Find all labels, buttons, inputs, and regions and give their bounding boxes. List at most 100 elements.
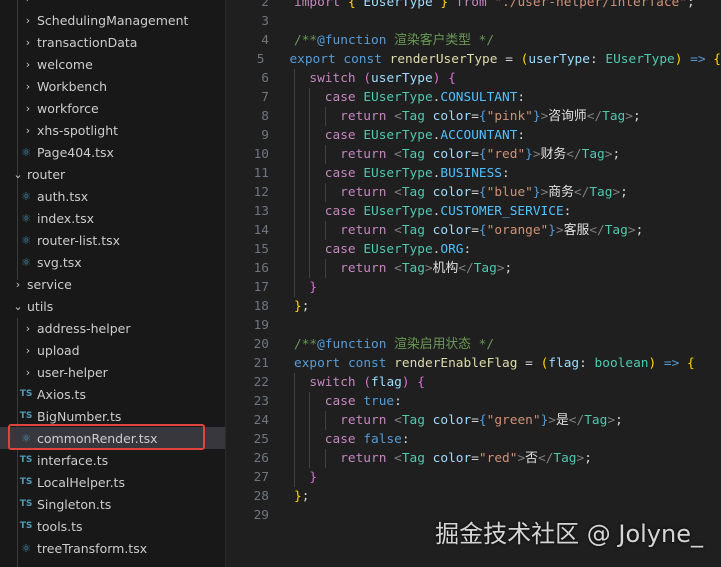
tree-item[interactable]: ⌄ utils <box>0 295 225 317</box>
code-token: return <box>340 413 395 428</box>
line-number: 25 <box>253 432 269 447</box>
code-line: 27} <box>226 468 721 487</box>
tree-item[interactable]: › transactionData <box>0 31 225 53</box>
chevron-right-icon: › <box>25 79 31 93</box>
tree-item[interactable]: › user-helper <box>0 361 225 383</box>
code-token: false <box>363 432 402 447</box>
indent-guide <box>324 221 340 240</box>
tree-item[interactable]: ⚛ treeTransform.tsx <box>0 537 225 559</box>
code-token: return <box>340 223 395 238</box>
indent-guide <box>324 259 340 278</box>
indent-guide <box>309 183 324 202</box>
typescript-file-icon: TS <box>19 521 33 531</box>
indent-guide <box>309 202 324 221</box>
code-token: ; <box>504 261 513 276</box>
code-token: : <box>401 432 410 447</box>
code-token: } <box>548 223 556 238</box>
code-line: 11 case EUserType.BUSINESS: <box>226 164 721 183</box>
code-token: } <box>525 147 533 162</box>
line-number: 28 <box>253 489 269 504</box>
tree-item[interactable]: ⚛ svg.tsx <box>0 251 225 273</box>
code-token: = <box>471 451 479 466</box>
tree-item[interactable]: TS tools.ts <box>0 515 225 537</box>
code-token: Tag <box>401 185 433 200</box>
code-token: const <box>347 356 395 371</box>
tree-item[interactable]: TS Singleton.ts <box>0 493 225 515</box>
code-token: { <box>440 71 456 86</box>
tree-item-label: BigNumber.ts <box>37 408 122 424</box>
code-token: CUSTOMER_SERVICE <box>440 204 564 219</box>
tree-item[interactable]: › Workbench <box>0 75 225 97</box>
code-token: true <box>363 394 395 409</box>
tree-item[interactable]: TS BigNumber.ts <box>0 405 225 427</box>
tree-item[interactable]: ⌄ router <box>0 163 225 185</box>
indent-guide <box>294 430 309 449</box>
code-token: < <box>394 185 402 200</box>
code-token: = <box>471 109 479 124</box>
tree-item[interactable]: › welcome <box>0 53 225 75</box>
tree-item[interactable]: ⚛ auth.tsx <box>0 185 225 207</box>
code-token: </ <box>573 185 590 200</box>
code-line: 24 return <Tag color={"green"}>是</Tag>; <box>226 411 721 430</box>
tree-item[interactable]: › address-helper <box>0 317 225 339</box>
line-number: 5 <box>256 52 265 67</box>
tree-item[interactable]: TS interface.ts <box>0 449 225 471</box>
code-token: return <box>340 185 395 200</box>
tree-item-label: upload <box>37 342 80 358</box>
indent-guide <box>309 411 324 430</box>
tree-item[interactable]: › SchedulingManagement <box>0 9 225 31</box>
code-token: ; <box>584 451 592 466</box>
typescript-file-icon: TS <box>19 499 33 509</box>
code-token: export <box>289 52 344 67</box>
code-line: 22 switch (flag) { <box>226 373 721 392</box>
tree-item[interactable]: › workforce <box>0 97 225 119</box>
code-token: </ <box>537 451 554 466</box>
code-token: import <box>294 0 348 10</box>
tree-item-label: treeTransform.tsx <box>37 540 148 556</box>
tree-item[interactable]: ⚛ commonRender.tsx <box>0 427 225 449</box>
code-token: "red" <box>486 147 526 162</box>
indent-guide <box>294 164 309 183</box>
line-number: 17 <box>253 280 269 295</box>
tree-item[interactable]: › <box>0 0 225 9</box>
code-token: < <box>394 223 402 238</box>
tree-item[interactable]: TS Axios.ts <box>0 383 225 405</box>
code-token: Tag <box>401 413 433 428</box>
tree-item[interactable]: TS LocalHelper.ts <box>0 471 225 493</box>
tree-item[interactable]: › service <box>0 273 225 295</box>
code-token: = <box>471 223 479 238</box>
line-number: 7 <box>261 90 269 105</box>
tree-item[interactable]: ⚛ Page404.tsx <box>0 141 225 163</box>
tree-item-label: auth.tsx <box>37 188 89 204</box>
code-token: "green" <box>486 413 541 428</box>
code-token: Tag <box>602 109 626 124</box>
indent-guide <box>309 126 324 145</box>
code-editor[interactable]: 2 import { EUserType } from "./user-helpe… <box>226 0 721 567</box>
code-token: => <box>656 356 688 371</box>
code-token: { <box>713 52 721 67</box>
tree-item[interactable]: › upload <box>0 339 225 361</box>
code-token: 否 <box>525 451 538 466</box>
code-token: flag <box>548 356 580 371</box>
tree-item-label: transactionData <box>37 34 138 50</box>
line-number: 23 <box>253 394 269 409</box>
code-token: color <box>432 109 472 124</box>
code-token: { <box>687 356 695 371</box>
code-token: userType <box>371 71 433 86</box>
line-number: 27 <box>253 470 269 485</box>
code-token: 渲染启用状态 */ <box>386 337 495 352</box>
tree-item[interactable]: › xhs-spotlight <box>0 119 225 141</box>
code-token: case <box>324 90 364 105</box>
code-token: > <box>496 261 505 276</box>
line-number: 2 <box>261 0 269 10</box>
code-token: Tag <box>581 147 605 162</box>
tree-item-label: interface.ts <box>37 452 109 468</box>
code-token: "red" <box>478 451 518 466</box>
code-line: 5 export const renderUserType = (userType… <box>226 50 721 69</box>
code-token: = <box>497 52 521 67</box>
tree-item[interactable]: ⚛ router-list.tsx <box>0 229 225 251</box>
code-token: = <box>517 356 541 371</box>
tree-item[interactable]: ⚛ index.tsx <box>0 207 225 229</box>
code-token: color <box>432 223 472 238</box>
code-token: > <box>625 109 633 124</box>
